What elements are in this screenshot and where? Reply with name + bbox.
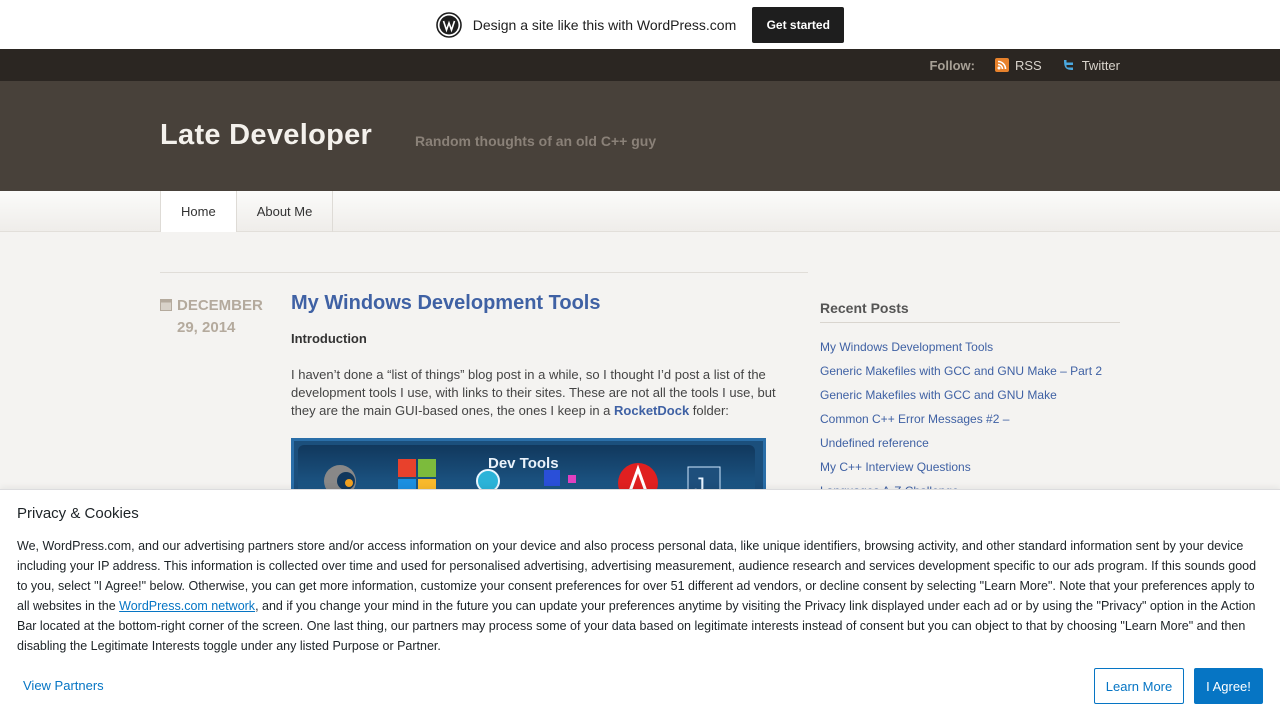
privacy-cookies-banner: Privacy & Cookies We, WordPress.com, and… bbox=[0, 489, 1280, 720]
learn-more-button[interactable]: Learn More bbox=[1094, 668, 1184, 704]
site-title[interactable]: Late Developer bbox=[160, 119, 372, 152]
twitter-icon bbox=[1063, 60, 1073, 70]
recent-posts-title: Recent Posts bbox=[820, 300, 909, 316]
wordpress-promo-bar: Design a site like this with WordPress.c… bbox=[0, 0, 1280, 49]
recent-posts-list: My Windows Development Tools Generic Mak… bbox=[820, 335, 1120, 503]
twitter-link[interactable]: Twitter bbox=[1062, 58, 1120, 73]
get-started-button[interactable]: Get started bbox=[752, 6, 845, 43]
promo-text[interactable]: Design a site like this with WordPress.c… bbox=[473, 17, 737, 33]
post-date: December 29, 2014 bbox=[160, 295, 280, 339]
post-title[interactable]: My Windows Development Tools bbox=[291, 292, 600, 315]
recent-post-link[interactable]: My Windows Development Tools bbox=[820, 335, 1120, 359]
sidebar-divider bbox=[820, 322, 1120, 323]
nav-item-home[interactable]: Home bbox=[160, 191, 237, 232]
twitter-label: Twitter bbox=[1081, 57, 1120, 73]
site-description: Random thoughts of an old C++ guy bbox=[415, 133, 657, 149]
rss-label: RSS bbox=[1014, 57, 1042, 73]
content-divider bbox=[160, 272, 808, 273]
wordpress-network-link[interactable]: WordPress.com network bbox=[119, 599, 255, 613]
recent-post-link[interactable]: My C++ Interview Questions bbox=[820, 455, 1120, 479]
rocketdock-link[interactable]: RocketDock bbox=[614, 403, 689, 418]
recent-post-link[interactable]: Generic Makefiles with GCC and GNU Make bbox=[820, 383, 1120, 407]
privacy-title: Privacy & Cookies bbox=[17, 505, 139, 522]
post-date-line1: December bbox=[177, 297, 263, 314]
follow-bar: Follow: RSS Twitter bbox=[0, 49, 1280, 81]
main-navigation: Home About Me bbox=[0, 191, 1280, 232]
view-partners-link[interactable]: View Partners bbox=[23, 678, 104, 693]
privacy-body: We, WordPress.com, and our advertising p… bbox=[17, 536, 1262, 656]
post-date-line2: 29, 2014 bbox=[177, 319, 236, 336]
post-intro-heading: Introduction bbox=[291, 331, 367, 346]
rss-link[interactable]: RSS bbox=[994, 57, 1042, 73]
wordpress-logo-icon[interactable] bbox=[435, 11, 462, 38]
diagram-tool-icon bbox=[544, 470, 560, 486]
calendar-icon bbox=[160, 299, 172, 311]
nav-item-about-me[interactable]: About Me bbox=[237, 191, 334, 232]
site-header: Late Developer Random thoughts of an old… bbox=[0, 81, 1280, 191]
post-paragraph: I haven’t done a “list of things” blog p… bbox=[291, 366, 791, 420]
follow-label: Follow: bbox=[929, 57, 975, 73]
rss-icon bbox=[994, 58, 1009, 72]
recent-post-link[interactable]: Common C++ Error Messages #2 – Undefined… bbox=[820, 407, 1020, 455]
recent-post-link[interactable]: Generic Makefiles with GCC and GNU Make … bbox=[820, 359, 1120, 383]
i-agree-button[interactable]: I Agree! bbox=[1194, 668, 1263, 704]
post-paragraph-tail: folder: bbox=[689, 403, 729, 418]
